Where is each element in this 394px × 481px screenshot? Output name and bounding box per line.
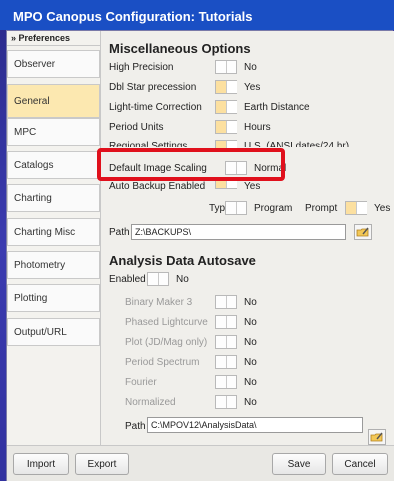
dbl-star-precession-toggle[interactable] [215,80,237,94]
backup-browse-button[interactable] [354,224,372,240]
sidebar-item-general[interactable]: General [7,84,100,118]
autosave-option-label: Fourier [125,377,157,388]
option-value: Yes [244,82,261,93]
autosave-title: Analysis Data Autosave [109,253,256,268]
sidebar-item-plotting[interactable]: Plotting [7,284,100,312]
sidebar-item-output-url[interactable]: Output/URL [7,318,100,346]
misc-options-title: Miscellaneous Options [109,41,251,56]
option-label: High Precision [109,62,174,73]
autosave-fourier-toggle[interactable] [215,375,237,389]
option-label: Dbl Star precession [109,82,197,93]
autosave-plot-toggle[interactable] [215,335,237,349]
autosave-binary-maker-toggle[interactable] [215,295,237,309]
autosave-option-value: No [244,317,257,328]
import-button[interactable]: Import [13,453,69,475]
cancel-button[interactable]: Cancel [332,453,388,475]
backup-path-label: Path [109,227,130,238]
sidebar-item-photometry[interactable]: Photometry [7,251,100,279]
autosave-option-value: No [244,397,257,408]
autosave-option-value: No [244,337,257,348]
autosave-option-value: No [244,357,257,368]
sidebar-item-charting[interactable]: Charting [7,184,100,212]
autosave-enabled-value: No [176,274,189,285]
sidebar-item-mpc[interactable]: MPC [7,118,100,146]
dialog-button-bar: Import Export Save Cancel [7,445,394,481]
sidebar-item-charting-misc[interactable]: Charting Misc [7,218,100,246]
prompt-toggle[interactable] [345,201,367,215]
option-value: No [244,62,257,73]
prompt-value: Yes [374,203,391,214]
autosave-period-spectrum-toggle[interactable] [215,355,237,369]
backup-type-toggle[interactable] [225,201,247,215]
autosave-enabled-label: Enabled [109,274,146,285]
sidebar-item-catalogs[interactable]: Catalogs [7,151,100,179]
autosave-option-label: Normalized [125,397,176,408]
high-precision-toggle[interactable] [215,60,237,74]
autosave-enabled-toggle[interactable] [147,272,169,286]
autosave-option-value: No [244,377,257,388]
autosave-option-label: Plot (JD/Mag only) [125,337,208,348]
export-button[interactable]: Export [75,453,129,475]
autosave-option-label: Phased Lightcurve [125,317,208,328]
autosave-option-value: No [244,297,257,308]
save-button[interactable]: Save [272,453,326,475]
option-label: Period Units [109,122,164,133]
autosave-path-label: Path [125,421,146,432]
preferences-header[interactable]: » Preferences [7,31,100,46]
config-dialog: » Preferences Observer General MPC Catal… [6,30,394,481]
option-value: Hours [244,122,271,133]
general-settings-panel: Miscellaneous Options High Precision No … [100,31,394,445]
light-time-correction-toggle[interactable] [215,100,237,114]
option-label: Light-time Correction [109,102,202,113]
autosave-option-label: Binary Maker 3 [125,297,193,308]
option-value: Yes [244,181,261,192]
autosave-browse-button[interactable] [368,429,386,445]
period-units-toggle[interactable] [215,120,237,134]
prompt-label: Prompt [305,203,338,214]
type-value: Program [254,203,293,214]
option-value: Earth Distance [244,102,310,113]
preferences-sidebar: » Preferences Observer General MPC Catal… [7,31,100,445]
sidebar-item-observer[interactable]: Observer [7,50,100,78]
autosave-path-input[interactable]: C:\MPOV12\AnalysisData\ [147,417,363,433]
folder-pencil-icon [370,432,383,442]
folder-pencil-icon [356,227,369,237]
autosave-phased-lightcurve-toggle[interactable] [215,315,237,329]
option-label: Auto Backup Enabled [109,181,206,192]
autosave-option-label: Period Spectrum [125,357,200,368]
app-window: MPO Canopus Configuration: Tutorials » P… [0,0,394,481]
autosave-normalized-toggle[interactable] [215,395,237,409]
highlight-box [97,148,285,181]
regional-settings-toggle[interactable] [215,140,237,148]
window-title: MPO Canopus Configuration: Tutorials [0,0,394,30]
backup-path-input[interactable]: Z:\BACKUPS\ [131,224,346,240]
